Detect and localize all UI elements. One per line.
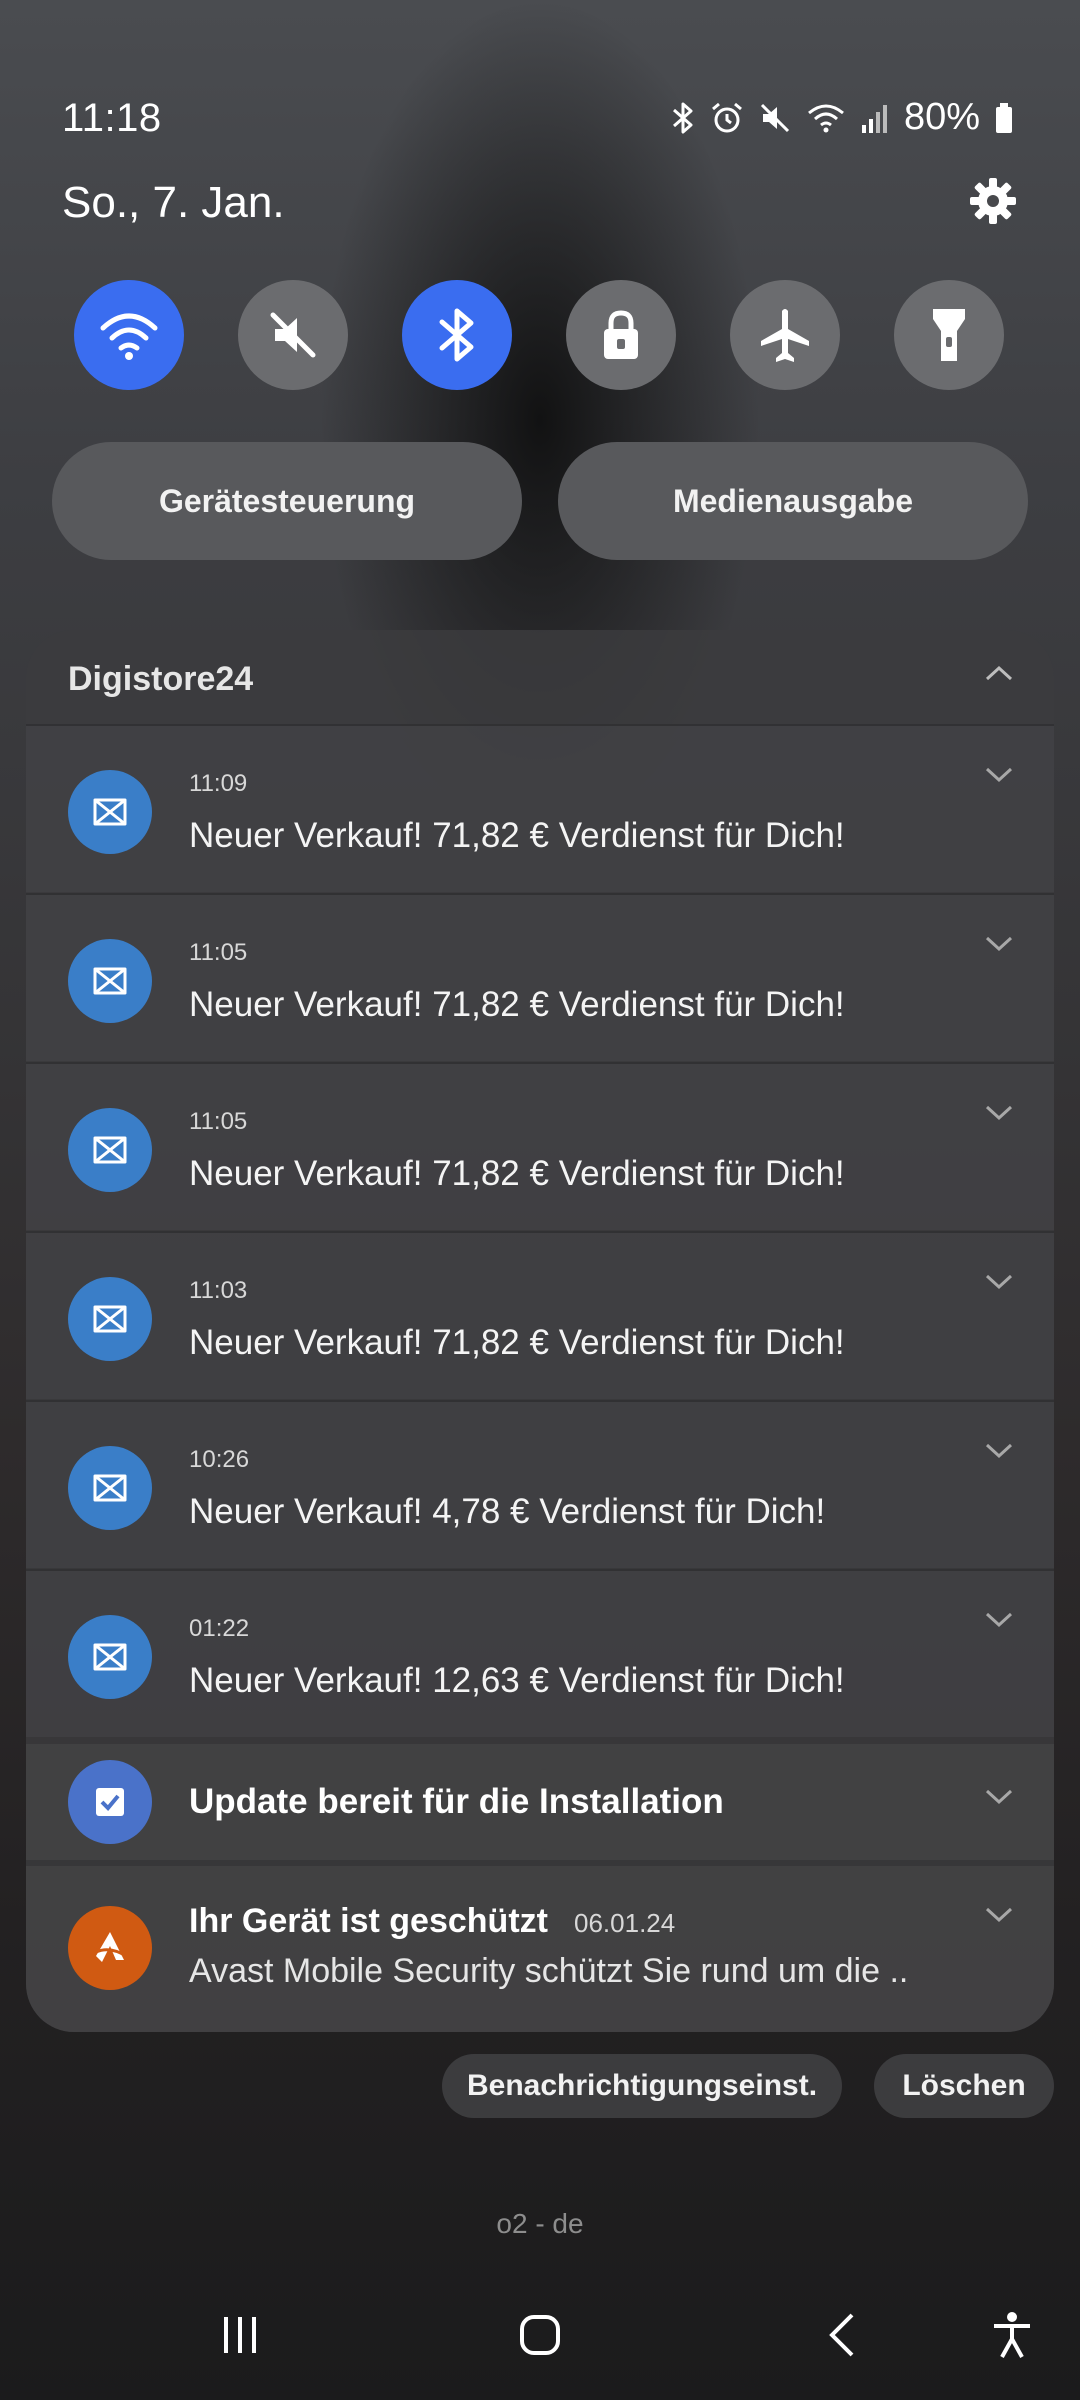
- notification-text: Neuer Verkauf! 71,82 € Verdienst für Dic…: [189, 985, 845, 1024]
- home-button[interactable]: [500, 2300, 580, 2370]
- notification-time: 11:09: [189, 770, 248, 797]
- media-output-button[interactable]: Medienausgabe: [558, 442, 1028, 560]
- status-time: 11:18: [62, 96, 162, 140]
- carrier-label: o2 - de: [496, 2208, 584, 2239]
- digistore-app-icon: [68, 770, 152, 854]
- update-title: Update bereit für die Installation: [189, 1782, 724, 1821]
- qs-sound-toggle[interactable]: [238, 280, 348, 390]
- update-notification[interactable]: Update bereit für die Installation: [26, 1744, 1054, 1860]
- avast-title: Ihr Gerät ist geschützt: [189, 1902, 548, 1940]
- chevron-down-icon[interactable]: [984, 1442, 1014, 1460]
- chevron-down-icon[interactable]: [984, 766, 1014, 784]
- update-app-icon: [68, 1760, 152, 1844]
- notification-item[interactable]: 10:26 Neuer Verkauf! 4,78 € Verdienst fü…: [26, 1400, 1054, 1568]
- alarm-icon: [711, 102, 742, 132]
- wifi-icon: [807, 104, 844, 132]
- device-control-button[interactable]: Gerätesteuerung: [52, 442, 522, 560]
- notification-text: Neuer Verkauf! 12,63 € Verdienst für Dic…: [189, 1661, 845, 1700]
- digistore-app-icon: [68, 1446, 152, 1530]
- lock-icon: [604, 310, 638, 359]
- notification-item[interactable]: 01:22 Neuer Verkauf! 12,63 € Verdienst f…: [26, 1569, 1054, 1737]
- chevron-down-icon[interactable]: [984, 1611, 1014, 1629]
- chevron-down-icon[interactable]: [984, 1906, 1014, 1924]
- accessibility-button[interactable]: [972, 2300, 1052, 2370]
- back-icon: [829, 2313, 854, 2357]
- mute-icon: [760, 103, 789, 132]
- qs-airplane-toggle[interactable]: [730, 280, 840, 390]
- notification-group-title: Digistore24: [68, 660, 254, 698]
- notification-text: Neuer Verkauf! 4,78 € Verdienst für Dich…: [189, 1492, 826, 1531]
- clear-button[interactable]: Löschen: [874, 2054, 1054, 2118]
- chevron-down-icon[interactable]: [984, 1104, 1014, 1122]
- chevron-up-icon[interactable]: [984, 664, 1014, 682]
- airplane-icon: [761, 309, 809, 362]
- notification-time: 10:26: [189, 1446, 250, 1473]
- notification-item[interactable]: 11:05 Neuer Verkauf! 71,82 € Verdienst f…: [26, 1062, 1054, 1230]
- chevron-down-icon[interactable]: [984, 935, 1014, 953]
- date-label: So., 7. Jan.: [62, 178, 285, 227]
- notification-time: 11:05: [189, 1108, 248, 1135]
- battery-percent: 80%: [903, 96, 980, 138]
- chevron-down-icon[interactable]: [984, 1788, 1014, 1806]
- notification-item[interactable]: 11:05 Neuer Verkauf! 71,82 € Verdienst f…: [26, 893, 1054, 1061]
- notification-item[interactable]: 11:09 Neuer Verkauf! 71,82 € Verdienst f…: [26, 724, 1054, 892]
- status-icons: 80%: [670, 96, 1014, 139]
- notification-text: Neuer Verkauf! 71,82 € Verdienst für Dic…: [189, 1323, 845, 1362]
- avast-date: 06.01.24: [574, 1908, 676, 1938]
- qs-flashlight-toggle[interactable]: [894, 280, 1004, 390]
- notification-time: 11:03: [189, 1277, 248, 1304]
- bluetooth-icon: [439, 308, 474, 362]
- notification-panel: Digistore24 11:09 Neuer Verkauf! 71,82 €…: [26, 630, 1054, 2032]
- wifi-icon: [100, 313, 158, 360]
- digistore-app-icon: [68, 1615, 152, 1699]
- recent-apps-icon: [224, 2317, 256, 2353]
- bluetooth-icon: [672, 102, 693, 133]
- avast-notification[interactable]: Ihr Gerät ist geschützt 06.01.24 Avast M…: [26, 1866, 1054, 2032]
- gear-icon[interactable]: [968, 176, 1018, 226]
- digistore-app-icon: [68, 939, 152, 1023]
- notification-time: 11:05: [189, 939, 248, 966]
- qs-wifi-toggle[interactable]: [74, 280, 184, 390]
- digistore-app-icon: [68, 1108, 152, 1192]
- home-icon: [520, 2315, 560, 2355]
- qs-lock-toggle[interactable]: [566, 280, 676, 390]
- flashlight-icon: [933, 309, 965, 361]
- avast-body: Avast Mobile Security schützt Sie rund u…: [189, 1952, 909, 1990]
- notification-time: 01:22: [189, 1615, 250, 1642]
- digistore-app-icon: [68, 1277, 152, 1361]
- battery-icon: [996, 102, 1012, 133]
- chevron-down-icon[interactable]: [984, 1273, 1014, 1291]
- back-button[interactable]: [804, 2300, 884, 2370]
- recent-apps-button[interactable]: [200, 2300, 280, 2370]
- accessibility-icon: [994, 2312, 1030, 2358]
- mute-icon: [270, 312, 316, 358]
- notification-text: Neuer Verkauf! 71,82 € Verdienst für Dic…: [189, 816, 845, 855]
- qs-bluetooth-toggle[interactable]: [402, 280, 512, 390]
- notification-item[interactable]: 11:03 Neuer Verkauf! 71,82 € Verdienst f…: [26, 1231, 1054, 1399]
- avast-app-icon: [68, 1906, 152, 1990]
- notification-settings-button[interactable]: Benachrichtigungseinst.: [442, 2054, 842, 2118]
- notification-text: Neuer Verkauf! 71,82 € Verdienst für Dic…: [189, 1154, 845, 1193]
- signal-icon: [861, 104, 887, 133]
